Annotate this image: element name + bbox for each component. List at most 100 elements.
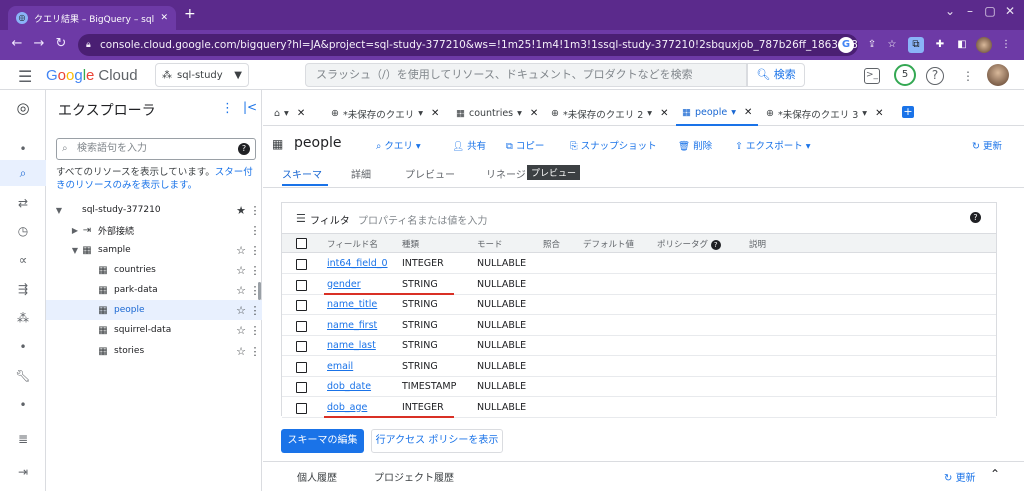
chevron-down-icon[interactable]: ▾ bbox=[862, 108, 867, 119]
side-panel-icon[interactable]: ◧ bbox=[954, 37, 970, 53]
snapshot-button[interactable]: ⎘ スナップショット bbox=[570, 138, 657, 152]
star-icon[interactable]: ☆ bbox=[234, 264, 248, 277]
editor-tab[interactable]: ▦ countries ▾ ✕ bbox=[450, 101, 544, 126]
browser-tab[interactable]: ◎ クエリ結果 – BigQuery – sql-study ✕ bbox=[8, 6, 176, 30]
tab-search-chevron-icon[interactable]: ⌄ bbox=[940, 4, 960, 18]
minimize-icon[interactable]: – bbox=[960, 4, 980, 18]
migration-icon[interactable]: ⁂ bbox=[12, 307, 34, 329]
close-icon[interactable]: ✕ bbox=[744, 107, 752, 118]
wrench-admin-icon[interactable]: 🔧︎ bbox=[12, 365, 34, 387]
more-options-icon[interactable]: ⋮ bbox=[958, 66, 978, 86]
filter-input[interactable]: プロパティ名または値を入力 bbox=[358, 212, 487, 227]
editor-tab[interactable]: ⊕ *未保存のクエリ 2 ▾ ✕ bbox=[545, 101, 674, 126]
tree-item[interactable]: ▦ squirrel-data ☆ ⋮ bbox=[46, 320, 262, 340]
tab-details[interactable]: 詳細 bbox=[351, 166, 371, 186]
notifications-badge[interactable]: 5 bbox=[894, 64, 916, 86]
tab-schema[interactable]: スキーマ bbox=[282, 166, 328, 186]
column-header-type[interactable]: 種類 bbox=[402, 238, 419, 250]
transfers-icon[interactable]: ⇄ bbox=[12, 192, 34, 214]
field-name-link[interactable]: int64_field_0 bbox=[327, 258, 388, 269]
history-refresh-button[interactable]: ↻ 更新 bbox=[944, 469, 976, 484]
row-checkbox[interactable] bbox=[296, 279, 307, 291]
close-icon[interactable]: ✕ bbox=[530, 108, 538, 119]
translate-extension-icon[interactable]: ⧉ bbox=[908, 37, 924, 53]
close-icon[interactable]: ✕ bbox=[875, 108, 883, 119]
row-checkbox[interactable] bbox=[296, 320, 307, 332]
chevron-down-icon[interactable]: ▾ bbox=[418, 108, 423, 119]
collapse-panel-icon[interactable]: |< bbox=[243, 100, 257, 114]
select-all-checkbox[interactable] bbox=[296, 238, 307, 249]
window-close-icon[interactable]: ✕ bbox=[1000, 4, 1020, 18]
google-lens-icon[interactable]: G bbox=[838, 37, 854, 53]
more-options-icon[interactable]: ⋮ bbox=[248, 324, 262, 337]
explorer-resize-handle[interactable] bbox=[258, 282, 261, 300]
profile-avatar-icon[interactable] bbox=[976, 37, 992, 53]
search-explorer-icon[interactable]: ⌕ bbox=[12, 162, 34, 184]
bookmark-star-icon[interactable]: ☆ bbox=[884, 37, 900, 53]
query-button[interactable]: ⌕ クエリ ▾ bbox=[376, 138, 421, 152]
help-question-icon[interactable]: ? bbox=[926, 67, 944, 85]
close-icon[interactable]: ✕ bbox=[660, 108, 668, 119]
column-header-default[interactable]: デフォルト値 bbox=[583, 238, 634, 250]
row-checkbox[interactable] bbox=[296, 259, 307, 270]
editor-tab[interactable]: ⊕ *未保存のクエリ 3 ▾ ✕ bbox=[760, 101, 889, 126]
tab-lineage[interactable]: リネージ bbox=[486, 166, 526, 186]
home-tab[interactable]: ⌂ ▾ ✕ bbox=[268, 101, 311, 126]
chevron-down-icon[interactable]: ▾ bbox=[647, 108, 652, 119]
more-options-icon[interactable]: ⋮ bbox=[248, 244, 262, 257]
field-name-link[interactable]: name_last bbox=[327, 340, 376, 351]
add-tab-plus-icon[interactable]: + bbox=[902, 106, 914, 118]
dataform-icon[interactable]: ⇶ bbox=[12, 278, 34, 300]
close-icon[interactable]: ✕ bbox=[431, 108, 439, 119]
field-name-link[interactable]: gender bbox=[327, 279, 361, 290]
row-checkbox[interactable] bbox=[296, 341, 307, 352]
back-arrow-icon[interactable]: ← bbox=[8, 36, 26, 51]
star-icon[interactable]: ☆ bbox=[234, 345, 248, 358]
tab-project-history[interactable]: プロジェクト履歴 bbox=[374, 469, 454, 484]
close-tab-icon[interactable]: ✕ bbox=[160, 13, 168, 23]
column-header-field[interactable]: フィールド名 bbox=[327, 238, 378, 250]
star-icon[interactable]: ☆ bbox=[234, 324, 248, 337]
close-icon[interactable]: ✕ bbox=[297, 108, 305, 119]
tree-item[interactable]: ▦ people ☆ ⋮ bbox=[46, 300, 262, 320]
tree-item[interactable]: ▦ countries ☆ ⋮ bbox=[46, 260, 262, 280]
analytics-hub-icon[interactable]: ∝ bbox=[12, 249, 34, 271]
help-icon[interactable]: ? bbox=[710, 240, 721, 250]
more-options-icon[interactable]: ⋮ bbox=[248, 304, 262, 317]
help-icon[interactable]: ? bbox=[238, 143, 250, 155]
help-icon[interactable]: ? bbox=[970, 212, 981, 223]
editor-tab[interactable]: ▦ people ▾ ✕ bbox=[676, 101, 759, 126]
field-name-link[interactable]: name_first bbox=[327, 320, 377, 331]
delete-button[interactable]: 🗑︎ 削除 bbox=[678, 138, 712, 152]
global-search-input[interactable]: スラッシュ（/）を使用してリソース、ドキュメント、プロダクトなどを検索 bbox=[305, 63, 747, 87]
star-icon[interactable]: ☆ bbox=[234, 244, 248, 257]
column-header-mode[interactable]: モード bbox=[477, 238, 503, 250]
explorer-more-icon[interactable]: ⋮ bbox=[221, 101, 234, 116]
copy-button[interactable]: ⧉ コピー bbox=[506, 138, 544, 152]
expand-caret-icon[interactable]: ▼ bbox=[70, 246, 80, 255]
more-options-icon[interactable]: ⋮ bbox=[248, 204, 262, 217]
edit-schema-button[interactable]: スキーマの編集 bbox=[281, 429, 364, 453]
chevron-up-icon[interactable]: ⌃ bbox=[990, 467, 1000, 481]
google-cloud-logo[interactable]: Google Cloud bbox=[46, 67, 138, 84]
more-options-icon[interactable]: ⋮ bbox=[248, 345, 262, 358]
tree-item[interactable]: ▶ ⇥ 外部接続 ⋮ bbox=[46, 220, 262, 240]
user-avatar[interactable] bbox=[987, 64, 1009, 86]
row-checkbox[interactable] bbox=[296, 300, 307, 311]
forward-arrow-icon[interactable]: → bbox=[30, 36, 48, 51]
more-options-icon[interactable]: ⋮ bbox=[248, 264, 262, 277]
release-notes-icon[interactable]: ≣ bbox=[12, 428, 34, 450]
field-name-link[interactable]: dob_date bbox=[327, 381, 371, 392]
cloud-shell-icon[interactable]: >_ bbox=[864, 68, 880, 84]
export-button[interactable]: ⇪ エクスポート ▾ bbox=[735, 138, 811, 152]
column-header-policy[interactable]: ポリシータグ ? bbox=[657, 238, 721, 250]
chrome-menu-icon[interactable]: ⋮ bbox=[998, 37, 1014, 53]
bigquery-product-icon[interactable]: ◎ bbox=[12, 97, 34, 119]
tree-item[interactable]: ▦ park-data ☆ ⋮ bbox=[46, 280, 262, 300]
expand-rail-icon[interactable]: ⇥ bbox=[12, 461, 34, 483]
expand-caret-icon[interactable]: ▼ bbox=[54, 206, 64, 215]
extensions-puzzle-icon[interactable]: ✚ bbox=[932, 37, 948, 53]
project-selector[interactable]: ⁂ sql-study ▼ bbox=[155, 63, 249, 87]
column-header-collation[interactable]: 照合 bbox=[543, 238, 560, 250]
maximize-icon[interactable]: ▢ bbox=[980, 4, 1000, 18]
